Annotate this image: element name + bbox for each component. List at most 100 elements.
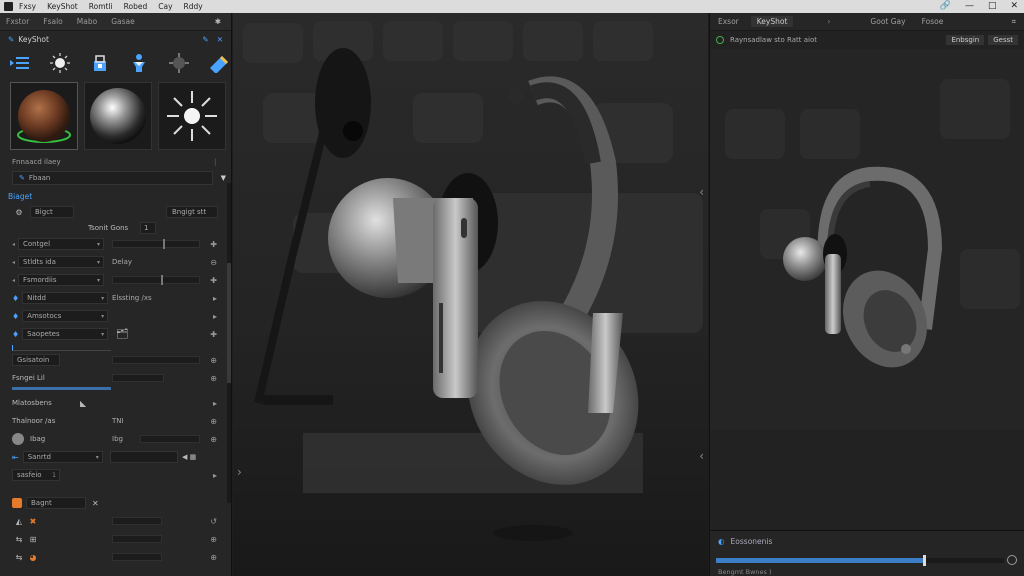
material-thumbnail-chrome[interactable]	[84, 82, 152, 150]
property-slider[interactable]	[112, 275, 200, 285]
sub-property-field[interactable]: Gsisatoin	[12, 354, 60, 366]
sub-property-field[interactable]: sasfeio 1	[12, 469, 60, 481]
pin-icon[interactable]: ✎	[202, 35, 208, 44]
property-dropdown[interactable]: Amsotocs ▾	[22, 310, 109, 322]
grid-icon[interactable]: ⊞	[26, 532, 40, 546]
plus-icon[interactable]: ✚	[210, 240, 217, 249]
reset-button[interactable]: Gesst	[988, 35, 1018, 45]
reset-icon[interactable]: ⊖	[210, 258, 217, 267]
gradient-icon[interactable]: ◭	[12, 514, 26, 528]
scroll-thumb[interactable]	[227, 263, 231, 383]
app-icon[interactable]	[4, 2, 13, 11]
pin-icon[interactable]: ✱	[215, 17, 221, 26]
tab[interactable]: Goot Gay	[870, 17, 905, 26]
tape-icon[interactable]	[207, 51, 231, 75]
plus-icon[interactable]: ✚	[210, 276, 217, 285]
preset-dropdown[interactable]: ✎ Fbaan ▼	[12, 171, 226, 185]
chevron-right-icon[interactable]: ›	[827, 17, 830, 26]
tab[interactable]: Mabo	[77, 17, 97, 26]
property-slider[interactable]	[112, 239, 200, 249]
play-icon[interactable]: ◀ ▦	[182, 453, 196, 461]
menu-item[interactable]: Robed	[124, 2, 148, 11]
bottom-slider[interactable]	[112, 535, 162, 543]
chevron-left-icon[interactable]: ‹	[699, 185, 704, 199]
property-dropdown[interactable]: Fsmordiis ▾	[18, 274, 105, 286]
bottom-field[interactable]: Bagnt	[26, 497, 86, 509]
sub-property-label: Ibag	[30, 435, 46, 443]
menu-item[interactable]: KeyShot	[47, 2, 78, 11]
left-scrollbar[interactable]	[227, 183, 231, 503]
sub-property-row: sasfeio 1 ▸	[0, 466, 231, 484]
tab[interactable]: Gasae	[111, 17, 135, 26]
menu-item[interactable]: Cay	[158, 2, 172, 11]
bucket-icon[interactable]	[88, 51, 112, 75]
chevron-down-icon[interactable]: ▼	[221, 174, 226, 182]
close-icon[interactable]: ✕	[92, 499, 99, 508]
tab[interactable]: Fxstor	[6, 17, 29, 26]
tab[interactable]: Fosoe	[922, 17, 944, 26]
shuffle-icon[interactable]: ⇆	[12, 550, 26, 564]
texture-icon[interactable]: 🗂	[116, 329, 129, 340]
plus-icon[interactable]: ⊕	[210, 417, 217, 426]
close-icon[interactable]: ✕	[217, 35, 223, 44]
tab[interactable]: Exsor	[718, 17, 739, 26]
cursor-icon[interactable]: ◣	[80, 399, 86, 408]
object-button[interactable]: Bngigt stt	[166, 206, 218, 218]
environment-light-thumbnail[interactable]	[158, 82, 226, 150]
mid-field[interactable]: 1	[140, 222, 156, 234]
tab[interactable]: Fsalo	[43, 17, 63, 26]
chevron-left-icon[interactable]: ‹	[699, 449, 704, 463]
property-dropdown[interactable]: Stldts ida ▾	[18, 256, 105, 268]
settings-icon[interactable]: ⌗	[1012, 17, 1016, 27]
sub-property-field[interactable]	[110, 451, 178, 463]
shuffle-icon[interactable]: ⇆	[12, 532, 26, 546]
tab-active[interactable]: KeyShot	[750, 16, 794, 27]
sub-property-dropdown[interactable]: Sanrtd ▾	[22, 451, 103, 463]
menu-item[interactable]: Rddy	[184, 2, 203, 11]
material-thumbnails	[0, 79, 231, 153]
maximize-button[interactable]: □	[988, 1, 997, 11]
bottom-slider[interactable]	[112, 517, 162, 525]
link-icon[interactable]: 🔗	[940, 1, 951, 11]
property-dropdown[interactable]: Nitdd ▾	[22, 292, 109, 304]
stop-icon[interactable]	[1007, 555, 1017, 565]
close-button[interactable]: ✕	[1010, 1, 1018, 11]
slider-thumb[interactable]	[163, 239, 165, 249]
property-dropdown[interactable]: Contgel ▾	[18, 238, 105, 250]
property-dropdown[interactable]: Saopetes ▾	[22, 328, 109, 340]
sun-gear-icon[interactable]	[167, 51, 191, 75]
sub-property-slider[interactable]	[112, 356, 200, 364]
menu-item[interactable]: Fxsy	[19, 2, 36, 11]
cross-icon[interactable]: ✖	[26, 514, 40, 528]
material-thumbnail-wood[interactable]	[10, 82, 78, 150]
object-button-label: Bngigt stt	[172, 208, 207, 216]
plus-icon[interactable]: ⊕	[210, 435, 217, 444]
plus-icon[interactable]: ✚	[210, 330, 217, 339]
reset-icon[interactable]: ↺	[210, 517, 217, 526]
menu-item[interactable]: Romtli	[89, 2, 113, 11]
chevron-right-icon[interactable]: ▸	[213, 312, 217, 321]
plus-icon[interactable]: ⊕	[210, 374, 217, 383]
plus-icon[interactable]: ⊕	[210, 553, 217, 562]
slider-thumb[interactable]	[161, 275, 163, 285]
plus-icon[interactable]: ⊕	[210, 356, 217, 365]
engine-button[interactable]: Enbsgin	[946, 35, 985, 45]
main-viewport[interactable]: › ‹ ‹	[233, 13, 708, 576]
chevron-right-icon[interactable]: ▸	[213, 471, 217, 480]
object-field[interactable]: Bigct	[30, 206, 74, 218]
bottom-slider[interactable]	[112, 553, 162, 561]
list-icon[interactable]	[8, 51, 32, 75]
slider-bar[interactable]	[12, 387, 111, 390]
light-icon[interactable]	[48, 51, 72, 75]
swatch-icon[interactable]: ◕	[26, 550, 40, 564]
chevron-right-icon[interactable]: ▸	[213, 294, 217, 303]
chevron-right-icon[interactable]: ›	[237, 465, 242, 479]
figure-icon[interactable]	[127, 51, 151, 75]
minimize-button[interactable]: —	[965, 1, 974, 11]
sub-property-slider[interactable]	[112, 374, 164, 382]
sub-property-slider[interactable]	[140, 435, 200, 443]
progress-knob[interactable]	[923, 555, 927, 566]
chevron-right-icon[interactable]: ▸	[213, 399, 217, 408]
property-label: Stldts ida	[23, 258, 56, 266]
plus-icon[interactable]: ⊕	[210, 535, 217, 544]
